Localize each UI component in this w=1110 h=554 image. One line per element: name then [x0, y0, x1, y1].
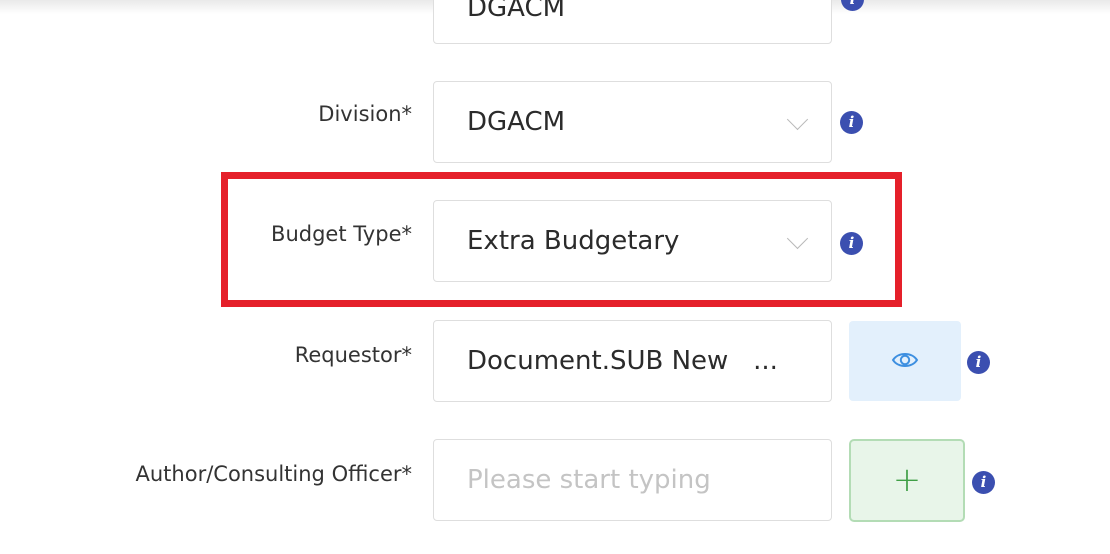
- budget-type-label: Budget Type*: [271, 222, 412, 246]
- author-label: Author/Consulting Officer*: [135, 462, 413, 486]
- chevron-down-icon: [786, 108, 809, 131]
- division-label: Division*: [318, 102, 412, 126]
- chevron-down-icon: [786, 227, 809, 250]
- unit-select-value: DGACM: [467, 0, 566, 23]
- author-input[interactable]: [434, 440, 831, 520]
- division-info-icon[interactable]: i: [840, 111, 863, 134]
- plus-icon: +: [892, 460, 922, 500]
- requestor-field-value: Document.SUB New ...: [467, 346, 778, 376]
- author-field[interactable]: [433, 439, 832, 521]
- budget-type-select[interactable]: Extra Budgetary: [433, 200, 832, 282]
- author-info-icon[interactable]: i: [972, 471, 995, 494]
- requestor-label: Requestor*: [294, 343, 412, 367]
- add-author-button[interactable]: +: [849, 439, 965, 522]
- division-select-value: DGACM: [467, 107, 566, 137]
- division-select[interactable]: DGACM: [433, 81, 832, 163]
- budget-type-select-value: Extra Budgetary: [467, 226, 680, 256]
- requestor-field[interactable]: Document.SUB New ...: [433, 320, 832, 402]
- unit-select[interactable]: DGACM: [433, 0, 832, 44]
- requestor-info-icon[interactable]: i: [967, 351, 990, 374]
- view-requestor-button[interactable]: [849, 321, 961, 401]
- budget-type-info-icon[interactable]: i: [840, 232, 863, 255]
- eye-icon: [891, 353, 919, 367]
